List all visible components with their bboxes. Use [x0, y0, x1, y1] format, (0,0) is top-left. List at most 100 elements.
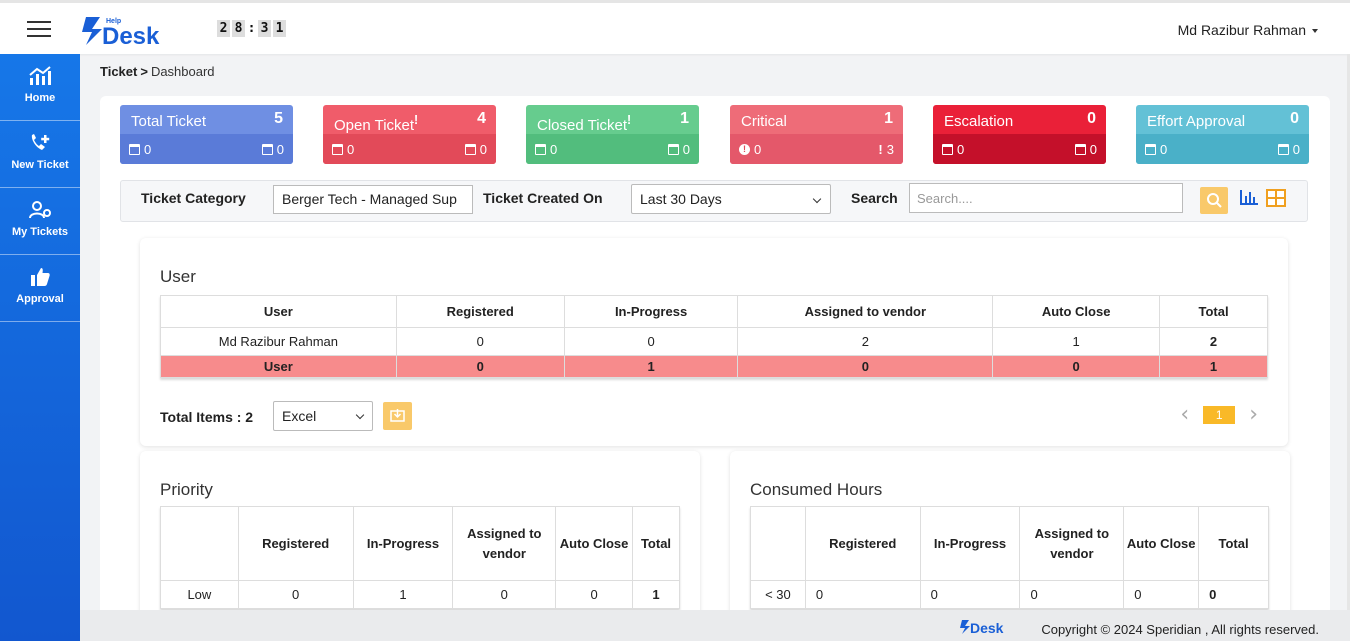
cell: Md Razibur Rahman	[160, 327, 397, 356]
card-left-value: 0	[550, 141, 558, 157]
chart-icon	[29, 66, 51, 85]
thumbs-up-icon	[31, 268, 50, 286]
export-format-value: Excel	[282, 408, 317, 424]
card-escalation[interactable]: Escalation 0 0 0	[933, 105, 1106, 164]
clock-digit: 3	[258, 20, 271, 37]
sidebar-item-approval[interactable]: Approval	[0, 255, 80, 322]
export-format-select[interactable]: Excel	[273, 401, 373, 431]
col-header[interactable]: Assigned to vendor	[737, 295, 994, 328]
page-number[interactable]: 1	[1203, 406, 1236, 424]
card-right-value: 0	[1292, 141, 1300, 157]
calendar-icon	[942, 143, 953, 155]
cell: 1	[1159, 355, 1268, 378]
sidebar-item-label: New Ticket	[11, 159, 69, 171]
warning-circle-icon: !	[739, 143, 750, 155]
card-left-value: 0	[1160, 141, 1168, 157]
ticket-created-value: Last 30 Days	[640, 191, 722, 207]
card-right-value: 0	[1089, 141, 1097, 157]
helpdesk-logo[interactable]: Help Desk	[80, 13, 176, 50]
footer-logo: Desk	[960, 619, 1010, 640]
card-count: 0	[1290, 110, 1299, 127]
col-header[interactable]: Assigned to vendor	[1019, 506, 1125, 581]
col-header[interactable]: Registered	[804, 506, 921, 581]
search-input[interactable]: Search....	[909, 183, 1183, 213]
card-right-value: 0	[276, 141, 284, 157]
card-title: Total Ticket	[131, 113, 207, 130]
card-left-value: 0	[347, 141, 355, 157]
col-header[interactable]: In-Progress	[563, 295, 739, 328]
cell: 0	[804, 580, 921, 609]
priority-table: Registered In-Progress Assigned to vendo…	[160, 506, 680, 609]
clock-digit: 8	[232, 20, 245, 37]
col-header[interactable]: Auto Close	[555, 506, 634, 581]
breadcrumb-root[interactable]: Ticket	[100, 64, 137, 79]
grid-view-button[interactable]	[1265, 188, 1287, 213]
card-count: 0	[1087, 110, 1096, 127]
user-menu[interactable]: Md Razibur Rahman	[1178, 22, 1318, 38]
prev-page-icon[interactable]: ‹	[1180, 404, 1189, 426]
alert-mark: !	[414, 113, 419, 127]
card-closed-ticket[interactable]: Closed Ticket! 1 0 0	[526, 105, 699, 164]
hamburger-menu-icon[interactable]	[27, 21, 51, 37]
card-count: 5	[274, 110, 283, 127]
col-header[interactable]: User	[160, 295, 397, 328]
download-button[interactable]	[383, 402, 412, 430]
cell: 0	[395, 355, 565, 378]
card-right-value: 0	[479, 141, 487, 157]
alert-mark: !	[627, 113, 632, 127]
pagination: ‹ 1 ›	[1180, 404, 1258, 426]
card-title: Open Ticket!	[334, 113, 419, 134]
card-critical[interactable]: Critical 1 ! 0 ! 3	[730, 105, 903, 164]
card-right-value: 3	[886, 141, 894, 157]
sidebar-item-new-ticket[interactable]: New Ticket	[0, 121, 80, 188]
download-icon	[390, 409, 405, 422]
cell: 1	[563, 355, 739, 378]
ticket-category-input[interactable]: Berger Tech - Managed Sup	[273, 185, 473, 214]
calendar-icon	[667, 143, 679, 155]
col-header[interactable]: Total	[1198, 506, 1269, 581]
consumed-hours-table: Registered In-Progress Assigned to vendo…	[750, 506, 1269, 609]
table-row: Md Razibur Rahman 0 0 2 1 2	[160, 327, 1268, 356]
copyright-text: Copyright © 2024 Speridian , All rights …	[1041, 622, 1319, 637]
card-count: 4	[477, 110, 486, 127]
next-page-icon[interactable]: ›	[1249, 404, 1258, 426]
search-button[interactable]	[1200, 187, 1228, 214]
priority-section-title: Priority	[160, 480, 213, 499]
col-header[interactable]: Total	[632, 506, 680, 581]
user-section-title: User	[160, 267, 196, 286]
table-row: Low 0 1 0 0 1	[160, 580, 680, 609]
card-total-ticket[interactable]: Total Ticket 5 0 0	[120, 105, 293, 164]
col-header[interactable]: Registered	[395, 295, 565, 328]
sidebar-item-my-tickets[interactable]: My Tickets	[0, 188, 80, 255]
cell: 0	[452, 580, 557, 609]
ticket-created-label: Ticket Created On	[483, 190, 603, 206]
col-header[interactable]: Auto Close	[992, 295, 1161, 328]
calendar-icon	[1277, 143, 1289, 155]
priority-card: Priority Registered In-Progress Assigned…	[140, 451, 700, 631]
card-title: Escalation	[944, 113, 1014, 130]
breadcrumb: Ticket > Dashboard	[100, 64, 215, 79]
card-effort-approval[interactable]: Effort Approval 0 0 0	[1136, 105, 1309, 164]
col-header[interactable]: In-Progress	[919, 506, 1021, 581]
calendar-icon	[332, 143, 343, 155]
ticket-created-select[interactable]: Last 30 Days	[631, 184, 831, 214]
col-header[interactable]: Registered	[237, 506, 354, 581]
cell: 1	[352, 580, 454, 609]
col-header[interactable]: Total	[1159, 295, 1268, 328]
search-label: Search	[851, 190, 898, 206]
col-header[interactable]	[750, 506, 806, 581]
cell: 2	[1159, 327, 1268, 356]
card-open-ticket[interactable]: Open Ticket! 4 0 0	[323, 105, 496, 164]
search-icon	[1207, 193, 1222, 208]
card-left-value: 0	[754, 141, 762, 157]
sidebar-item-label: Home	[24, 92, 56, 104]
col-header[interactable]: In-Progress	[352, 506, 454, 581]
col-header[interactable]: Assigned to vendor	[452, 506, 557, 581]
col-header[interactable]: Auto Close	[1123, 506, 1200, 581]
sidebar-item-home[interactable]: Home	[0, 54, 80, 121]
top-bar: Help Desk 2 8 : 3 1 Md Razibur Rahman	[0, 0, 1350, 54]
sidebar: Home New Ticket My Tickets Approval	[0, 54, 80, 641]
col-header[interactable]	[160, 506, 239, 581]
chart-view-button[interactable]	[1238, 188, 1260, 213]
breadcrumb-separator: >	[140, 64, 148, 79]
